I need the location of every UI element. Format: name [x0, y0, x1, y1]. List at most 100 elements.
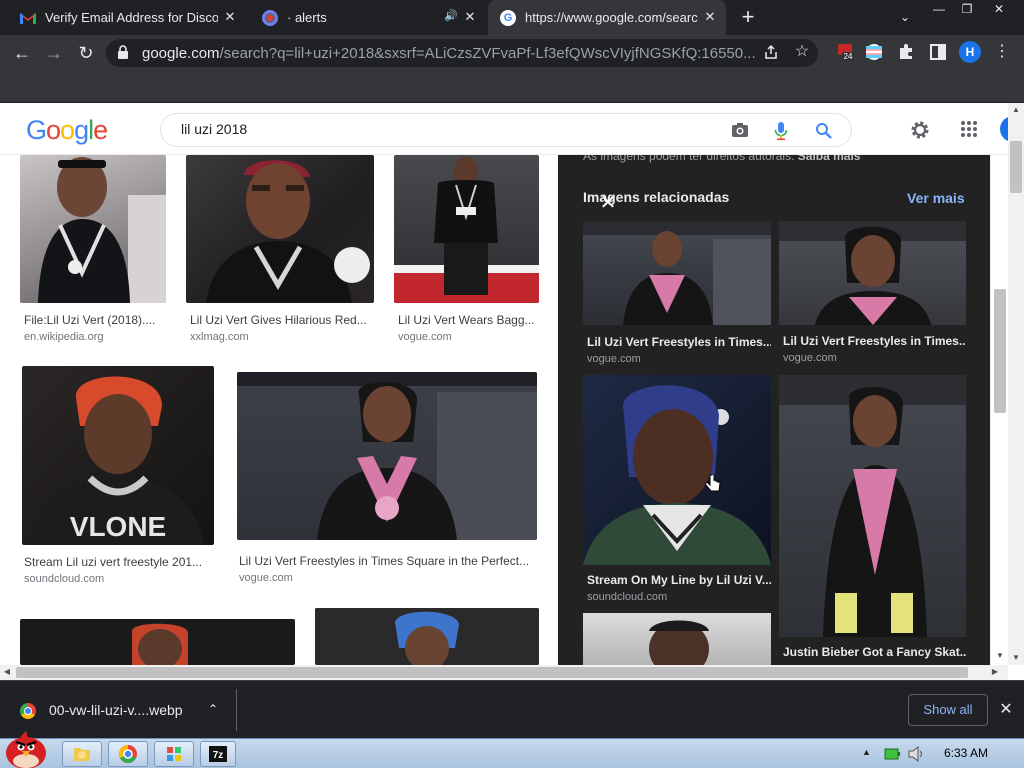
- related-card[interactable]: Lil Uzi Vert Freestyles in Times... vogu…: [779, 221, 966, 371]
- related-thumbnail[interactable]: [779, 375, 966, 637]
- result-card[interactable]: Lil Uzi Vert Gives Hilarious Red... xxlm…: [186, 155, 374, 350]
- result-caption[interactable]: Lil Uzi Vert Gives Hilarious Red...: [190, 313, 374, 327]
- see-more-link[interactable]: Ver mais: [907, 190, 965, 206]
- chevron-up-icon[interactable]: ⌃: [205, 701, 221, 717]
- result-card[interactable]: File:Lil Uzi Vert (2018).... en.wikipedi…: [20, 155, 166, 350]
- result-card[interactable]: Lil Uzi Vert Wears Bagg... vogue.com: [394, 155, 539, 350]
- start-button-angry-bird-icon[interactable]: [2, 729, 50, 768]
- related-card[interactable]: Justin Bieber Got a Fancy Skat...: [779, 375, 966, 665]
- address-bar[interactable]: google.com/search?q=lil+uzi+2018&sxsrf=A…: [106, 39, 818, 67]
- related-card[interactable]: [583, 613, 771, 665]
- taskbar-explorer-button[interactable]: [62, 741, 102, 767]
- horizontal-scroll-thumb[interactable]: [16, 667, 968, 678]
- result-card[interactable]: [20, 619, 295, 665]
- window-close-button[interactable]: ✕: [984, 0, 1014, 18]
- reload-button[interactable]: ↻: [73, 40, 99, 66]
- scroll-up-arrow-icon[interactable]: ▲: [1008, 103, 1024, 117]
- scroll-down-arrow-icon[interactable]: ▼: [1008, 651, 1024, 665]
- result-thumbnail[interactable]: [20, 155, 166, 303]
- result-thumbnail[interactable]: VLONE: [22, 366, 214, 545]
- tray-expand-icon[interactable]: ▲: [862, 747, 871, 757]
- tab-search-chevron-icon[interactable]: ⌄: [896, 7, 914, 27]
- result-card[interactable]: VLONE Stream Lil uzi vert freestyle 201.…: [22, 366, 214, 588]
- result-caption[interactable]: Lil Uzi Vert Wears Bagg...: [398, 313, 538, 327]
- panel-scrollbar[interactable]: ▼: [990, 155, 1008, 665]
- related-source[interactable]: vogue.com: [783, 352, 837, 364]
- result-source[interactable]: xxlmag.com: [190, 331, 249, 343]
- url-text[interactable]: google.com/search?q=lil+uzi+2018&sxsrf=A…: [142, 45, 760, 62]
- taskbar-chrome-button[interactable]: [108, 741, 148, 767]
- close-shelf-button[interactable]: ✕: [997, 701, 1015, 719]
- speaker-icon[interactable]: 🔊: [444, 9, 458, 22]
- camera-search-icon[interactable]: [731, 122, 749, 138]
- result-source[interactable]: soundcloud.com: [24, 573, 104, 585]
- page-scrollbar[interactable]: ▲ ▼: [1008, 103, 1024, 665]
- close-panel-button[interactable]: ✕: [598, 193, 618, 213]
- new-tab-button[interactable]: +: [736, 5, 760, 29]
- google-apps-icon[interactable]: [960, 120, 978, 138]
- horizontal-scrollbar[interactable]: ◀ ▶: [0, 665, 1008, 680]
- search-input[interactable]: [181, 121, 701, 137]
- result-thumbnail[interactable]: [20, 619, 295, 665]
- minimize-button[interactable]: —: [924, 0, 954, 18]
- tab-gmail[interactable]: Verify Email Address for Disco ✕: [8, 0, 246, 35]
- taskbar-7zip-button[interactable]: 7z: [200, 741, 236, 767]
- browser-menu-icon[interactable]: ⋮: [994, 41, 1010, 63]
- related-caption[interactable]: Justin Bieber Got a Fancy Skat...: [783, 645, 966, 659]
- back-button[interactable]: ←: [9, 40, 35, 66]
- page-scroll-thumb[interactable]: [1010, 141, 1022, 193]
- search-box[interactable]: [160, 113, 852, 147]
- result-source[interactable]: vogue.com: [239, 572, 293, 584]
- download-filename[interactable]: 00-vw-lil-uzi-v....webp: [49, 702, 183, 718]
- extension-flag-icon[interactable]: [865, 43, 883, 61]
- scroll-down-arrow-icon[interactable]: ▼: [992, 649, 1008, 663]
- related-source[interactable]: vogue.com: [587, 353, 641, 365]
- result-thumbnail[interactable]: [237, 372, 537, 540]
- related-caption[interactable]: Lil Uzi Vert Freestyles in Times...: [783, 334, 966, 348]
- scroll-right-arrow-icon[interactable]: ▶: [988, 665, 1002, 679]
- scroll-left-arrow-icon[interactable]: ◀: [0, 665, 14, 679]
- show-all-downloads-button[interactable]: Show all: [908, 694, 988, 726]
- related-card[interactable]: Stream On My Line by Lil Uzi V... soundc…: [583, 375, 771, 607]
- forward-button[interactable]: →: [41, 40, 67, 66]
- result-source[interactable]: vogue.com: [398, 331, 452, 343]
- result-caption[interactable]: Lil Uzi Vert Freestyles in Times Square …: [239, 554, 537, 568]
- tab-alerts[interactable]: · alerts 🔊 ✕: [250, 0, 486, 35]
- google-logo[interactable]: Google: [26, 115, 108, 146]
- profile-avatar[interactable]: H: [959, 41, 981, 63]
- extensions-puzzle-icon[interactable]: [897, 43, 915, 61]
- related-card[interactable]: Lil Uzi Vert Freestyles in Times... vogu…: [583, 221, 771, 371]
- related-caption[interactable]: Lil Uzi Vert Freestyles in Times...: [587, 335, 771, 349]
- extension-ublock-icon[interactable]: 24: [836, 43, 854, 61]
- lock-icon[interactable]: [117, 45, 129, 59]
- system-clock[interactable]: 6:33 AM: [944, 746, 988, 760]
- related-caption[interactable]: Stream On My Line by Lil Uzi V...: [587, 573, 771, 587]
- tab-close-icon[interactable]: ✕: [702, 9, 718, 25]
- bookmark-star-icon[interactable]: ☆: [792, 42, 812, 62]
- result-caption[interactable]: File:Lil Uzi Vert (2018)....: [24, 313, 164, 327]
- related-source[interactable]: soundcloud.com: [587, 591, 667, 603]
- tab-close-icon[interactable]: ✕: [462, 9, 478, 25]
- side-panel-icon[interactable]: [929, 43, 947, 61]
- share-icon[interactable]: [762, 44, 780, 62]
- related-thumbnail[interactable]: [583, 613, 771, 665]
- related-thumbnail[interactable]: [583, 221, 771, 325]
- tab-google-search[interactable]: G https://www.google.com/searc ✕: [488, 0, 726, 35]
- settings-gear-icon[interactable]: [909, 119, 931, 141]
- result-card[interactable]: [315, 608, 539, 665]
- related-thumbnail[interactable]: [583, 375, 771, 565]
- panel-scroll-thumb[interactable]: [994, 289, 1006, 413]
- result-thumbnail[interactable]: [394, 155, 539, 303]
- voice-search-icon[interactable]: [774, 121, 788, 141]
- result-thumbnail[interactable]: [186, 155, 374, 303]
- result-source[interactable]: en.wikipedia.org: [24, 331, 104, 343]
- related-thumbnail[interactable]: [779, 221, 966, 325]
- taskbar-windows-button[interactable]: [154, 741, 194, 767]
- tab-close-icon[interactable]: ✕: [222, 9, 238, 25]
- result-caption[interactable]: Stream Lil uzi vert freestyle 201...: [24, 555, 214, 569]
- search-icon[interactable]: [815, 122, 833, 140]
- learn-more-link[interactable]: Saiba mais: [798, 155, 861, 163]
- restore-button[interactable]: ❐: [952, 0, 982, 18]
- result-thumbnail[interactable]: [315, 608, 539, 665]
- result-card[interactable]: Lil Uzi Vert Freestyles in Times Square …: [237, 372, 537, 590]
